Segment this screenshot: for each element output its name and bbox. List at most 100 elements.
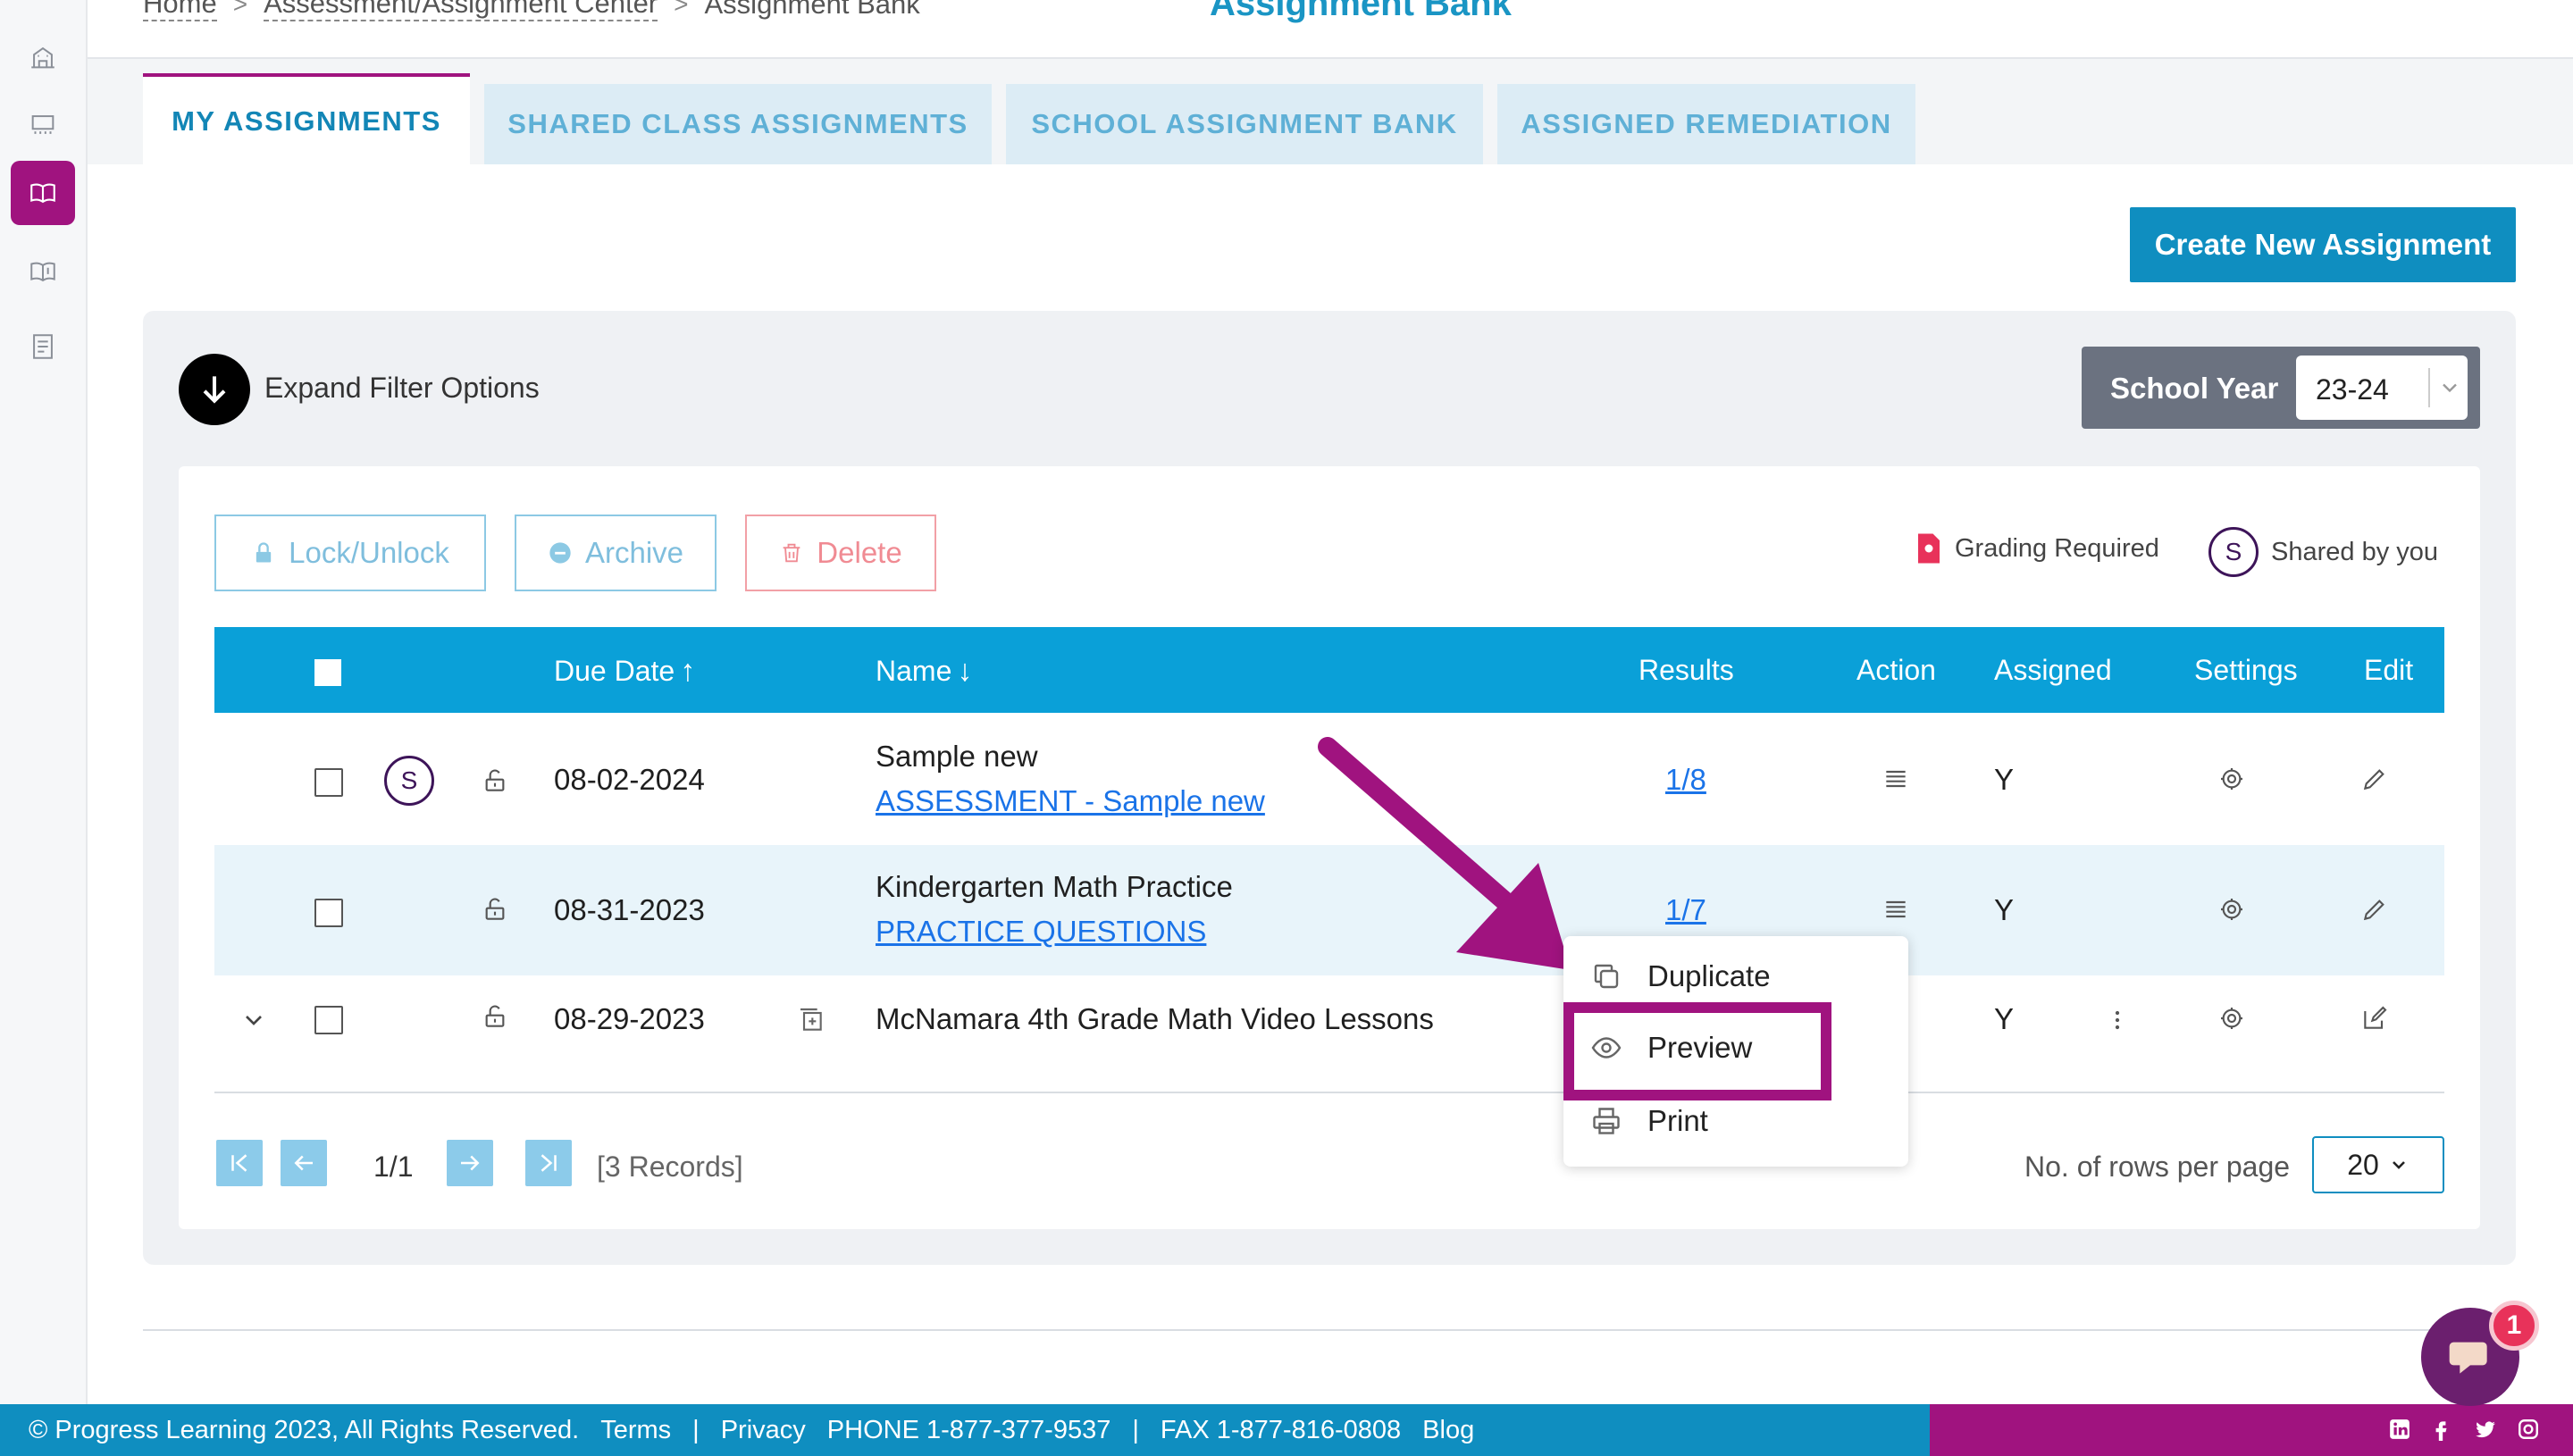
edit-pencil-icon[interactable] (2360, 765, 2389, 793)
archive-label: Archive (584, 536, 684, 569)
more-vertical-icon[interactable] (2108, 1006, 2126, 1034)
first-page-icon (231, 1154, 247, 1172)
resource-book-icon[interactable] (11, 239, 75, 304)
assignment-name: Sample new (876, 740, 1038, 773)
settings-gear-icon[interactable] (2217, 1004, 2246, 1033)
rows-per-page-value: 20 (2347, 1148, 2379, 1181)
school-year-filter: School Year 23-24 (2082, 347, 2480, 429)
tab-my-assignments[interactable]: MY ASSIGNMENTS (143, 73, 470, 166)
next-page-button[interactable] (447, 1140, 493, 1186)
previous-page-button[interactable] (281, 1140, 327, 1186)
delete-label: Delete (817, 536, 902, 569)
grading-required-legend: Grading Required (1915, 531, 2159, 566)
records-count: [3 Records] (597, 1151, 743, 1183)
breadcrumb-home[interactable]: Home (143, 0, 217, 21)
archive-button[interactable]: Archive (515, 515, 717, 591)
tab-school-assignment-bank[interactable]: SCHOOL ASSIGNMENT BANK (1006, 84, 1483, 164)
create-new-assignment-button[interactable]: Create New Assignment (2130, 207, 2516, 282)
select-divider (2428, 368, 2430, 407)
row-checkbox[interactable] (314, 768, 343, 797)
shared-badge-icon: S (2208, 527, 2259, 577)
assignment-type-link[interactable]: ASSESSMENT - Sample new (876, 784, 1265, 817)
shared-badge-icon: S (384, 756, 434, 806)
archive-icon (549, 542, 571, 564)
instagram-icon[interactable] (2514, 1415, 2543, 1443)
page-indicator: 1/1 (373, 1151, 414, 1183)
tab-shared-class-assignments[interactable]: SHARED CLASS ASSIGNMENTS (484, 84, 992, 164)
breadcrumb-assessment-center[interactable]: Assessment/Assignment Center (264, 0, 658, 21)
assignment-type-link[interactable]: PRACTICE QUESTIONS (876, 915, 1206, 948)
unlock-icon[interactable] (481, 895, 509, 924)
assignment-book-icon[interactable] (11, 161, 75, 225)
due-date: 08-31-2023 (554, 893, 705, 926)
results-link[interactable]: 1/7 (1665, 893, 1706, 926)
expand-filter-label[interactable]: Expand Filter Options (264, 372, 540, 405)
classroom-icon[interactable] (11, 93, 75, 157)
assigned-value: Y (1994, 763, 2015, 796)
tab-assigned-remediation[interactable]: ASSIGNED REMEDIATION (1497, 84, 1915, 164)
linkedin-icon[interactable] (2385, 1415, 2414, 1443)
arrow-right-icon (461, 1155, 480, 1171)
last-page-icon (541, 1154, 557, 1172)
table-header: Due Date ↑ Name ↓ Results Action Assigned … (214, 627, 2444, 713)
column-assigned: Assigned (1994, 654, 2112, 686)
sidebar (0, 0, 88, 1404)
printer-icon (1593, 1108, 1620, 1134)
arrow-down-icon (203, 376, 226, 404)
footer-fax: FAX 1-877-816-0808 (1160, 1415, 1402, 1444)
unlock-icon[interactable] (481, 1002, 509, 1031)
select-all-checkbox[interactable] (314, 659, 341, 686)
assigned-value: Y (1994, 1002, 2015, 1035)
sort-down-icon: ↓ (957, 654, 973, 688)
school-year-select[interactable]: 23-24 (2296, 356, 2468, 420)
rows-per-page-label: No. of rows per page (2024, 1151, 2291, 1183)
top-header: Home > Assessment/Assignment Center > As… (88, 0, 2573, 59)
assignment-name: Kindergarten Math Practice (876, 870, 1233, 903)
column-due-date[interactable]: Due Date ↑ (554, 654, 695, 689)
menu-item-duplicate[interactable]: Duplicate (1590, 959, 1771, 993)
column-action: Action (1856, 654, 1936, 686)
grading-required-icon (1918, 533, 1940, 564)
settings-gear-icon[interactable] (2217, 765, 2246, 793)
action-menu-icon[interactable] (1882, 765, 1910, 793)
footer-separator: | (692, 1415, 700, 1444)
chevron-down-icon[interactable] (239, 1006, 268, 1034)
settings-gear-icon[interactable] (2217, 895, 2246, 924)
row-checkbox[interactable] (314, 1006, 343, 1034)
edit-pencil-icon[interactable] (2360, 895, 2389, 924)
table-bottom-divider (214, 1092, 2444, 1093)
table-row: 08-29-2023 McNamara 4th Grade Math Video… (214, 975, 2444, 1092)
results-link[interactable]: 1/8 (1665, 763, 1706, 796)
edit-square-icon[interactable] (2360, 1004, 2389, 1033)
due-date: 08-02-2024 (554, 763, 705, 796)
menu-item-print[interactable]: Print (1590, 1104, 1708, 1138)
report-icon[interactable] (11, 314, 75, 379)
lock-unlock-button[interactable]: Lock/Unlock (214, 515, 486, 591)
add-group-icon[interactable] (797, 1006, 826, 1034)
page-title: Assignment Bank (1210, 0, 1512, 23)
last-page-button[interactable] (525, 1140, 572, 1186)
twitter-icon[interactable] (2471, 1415, 2500, 1443)
rows-per-page-select[interactable]: 20 (2312, 1136, 2444, 1193)
first-page-button[interactable] (216, 1140, 263, 1186)
breadcrumb-current: Assignment Bank (704, 0, 920, 20)
assignment-name: McNamara 4th Grade Math Video Lessons (876, 1002, 1434, 1035)
sort-up-icon: ↑ (680, 654, 696, 688)
unlock-icon[interactable] (481, 766, 509, 795)
chat-bubble-icon (2449, 1342, 2487, 1374)
expand-filter-button[interactable] (179, 354, 250, 425)
action-menu-icon[interactable] (1882, 895, 1910, 924)
footer-privacy-link[interactable]: Privacy (721, 1416, 806, 1445)
school-icon[interactable] (11, 25, 75, 89)
footer-blog-link[interactable]: Blog (1422, 1416, 1474, 1445)
row-checkbox[interactable] (314, 899, 343, 927)
chevron-down-icon (2392, 1161, 2405, 1169)
facebook-icon[interactable] (2426, 1415, 2455, 1443)
footer-terms-link[interactable]: Terms (600, 1416, 671, 1445)
delete-button[interactable]: Delete (745, 515, 936, 591)
trash-icon (783, 543, 800, 563)
column-name[interactable]: Name ↓ (876, 654, 972, 689)
footer-phone: PHONE 1-877-377-9537 (826, 1415, 1111, 1444)
print-label: Print (1647, 1104, 1708, 1137)
annotation-arrow (1318, 737, 1571, 970)
